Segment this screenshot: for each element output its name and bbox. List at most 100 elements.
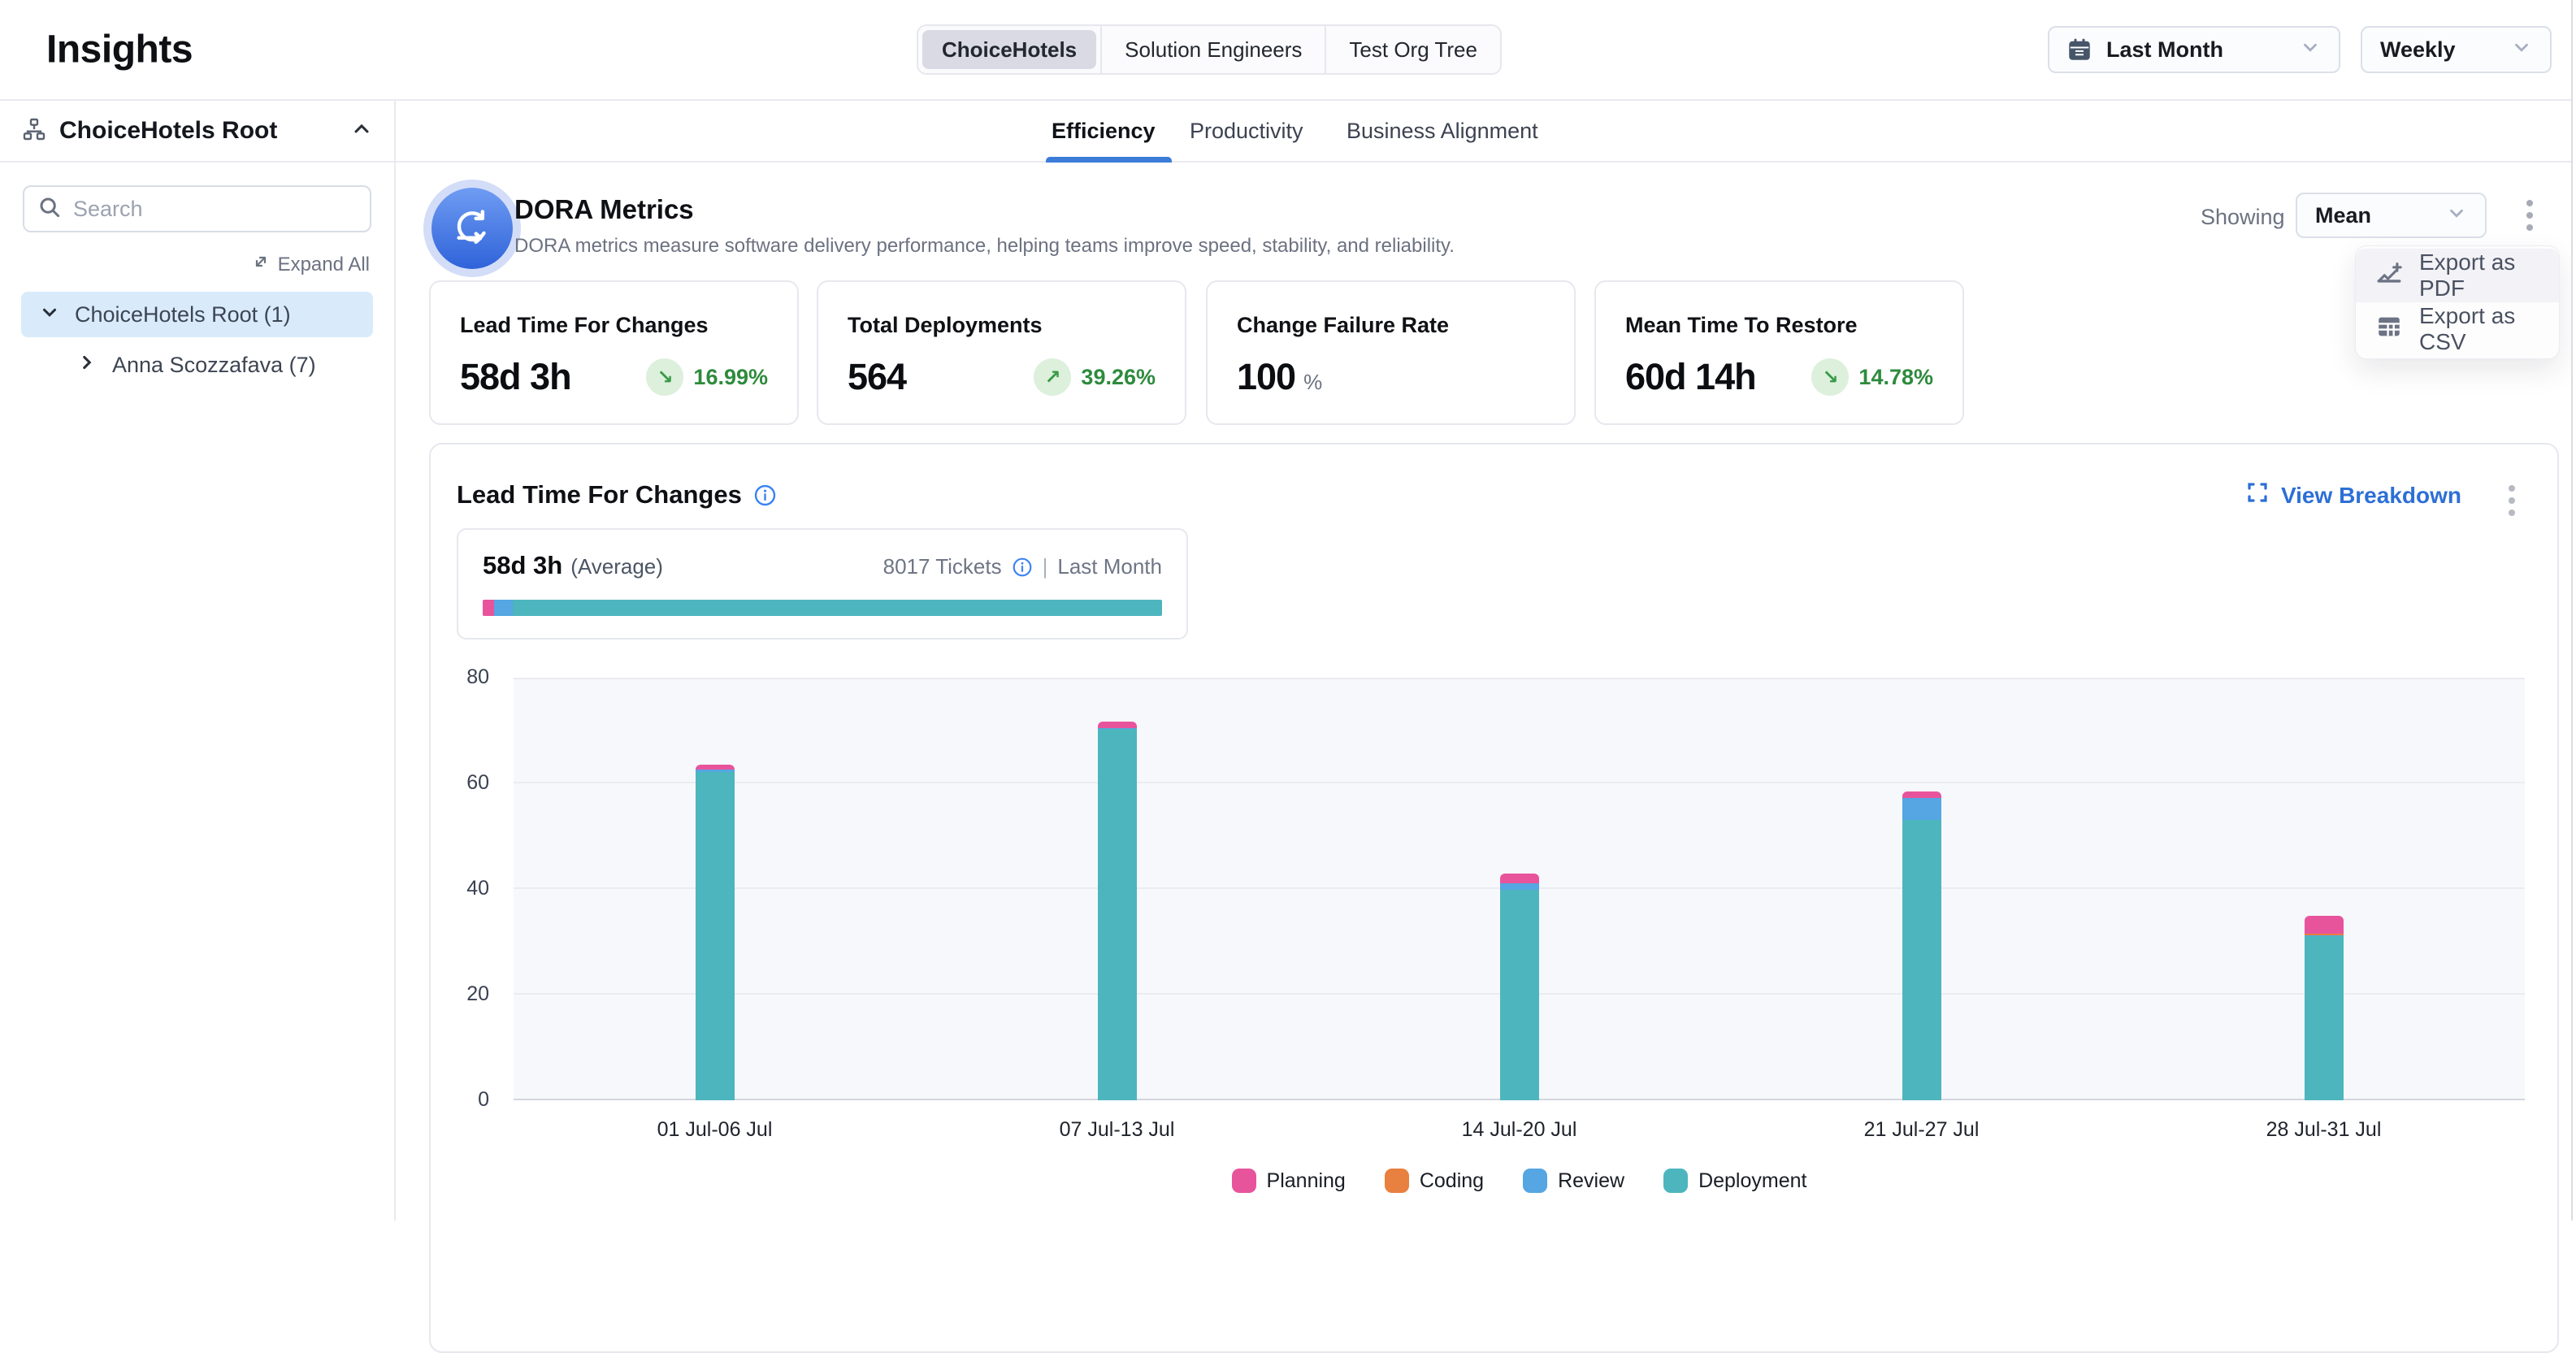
chart-line-plus-icon	[2375, 259, 2403, 293]
tree-item-choicehotels-root[interactable]: ChoiceHotels Root (1)	[21, 292, 373, 337]
x-axis-label: 21 Jul-27 Jul	[1800, 1118, 2044, 1142]
tab-efficiency[interactable]: Efficiency	[1052, 101, 1156, 161]
chevron-down-icon[interactable]	[39, 301, 60, 328]
metric-card-change-failure-rate: Change Failure Rate 100 %	[1206, 280, 1576, 425]
menu-item-label: Export as PDF	[2419, 249, 2539, 301]
trend-percent: 14.78%	[1858, 365, 1933, 390]
bar-segment-planning[interactable]	[2305, 916, 2344, 934]
chart-gridline	[514, 678, 2525, 679]
active-tab-underline	[1046, 157, 1172, 163]
bar-segment-planning[interactable]	[1902, 791, 1941, 798]
search-box	[23, 185, 371, 232]
metric-card-mean-time-to-restore: Mean Time To Restore 60d 14h ↘ 14.78%	[1594, 280, 1964, 425]
trend-down-icon: ↘	[1811, 358, 1849, 396]
trend-badge: ↘ 14.78%	[1811, 358, 1933, 396]
legend-swatch-icon	[1523, 1169, 1547, 1193]
export-menu: Export as PDF Export as CSV	[2355, 245, 2560, 359]
org-sidebar: ChoiceHotels Root Expand All ChoiceHotel…	[0, 101, 396, 1221]
tab-business-alignment[interactable]: Business Alignment	[1347, 101, 1538, 161]
org-tab-solution-engineers[interactable]: Solution Engineers	[1102, 26, 1325, 73]
chevron-right-icon[interactable]	[76, 352, 98, 379]
metric-card-title: Total Deployments	[848, 313, 1156, 338]
tab-productivity[interactable]: Productivity	[1190, 101, 1303, 161]
bar-segment-deployment[interactable]	[1500, 890, 1539, 1100]
info-icon[interactable]	[1012, 557, 1033, 578]
org-tab-choicehotels[interactable]: ChoiceHotels	[922, 30, 1096, 69]
chart-bar-01-jul-06-jul[interactable]	[696, 765, 735, 1100]
granularity-dropdown-value: Weekly	[2380, 37, 2456, 63]
legend-item-deployment[interactable]: Deployment	[1663, 1169, 1806, 1193]
metric-card-unit: %	[1303, 370, 1322, 395]
bar-segment-deployment[interactable]	[1098, 729, 1137, 1100]
tree-item-anna-scozzafava[interactable]: Anna Scozzafava (7)	[59, 342, 373, 388]
legend-item-review[interactable]: Review	[1523, 1169, 1624, 1193]
legend-label: Deployment	[1698, 1169, 1806, 1193]
dora-metrics-title: DORA Metrics	[514, 194, 694, 225]
summary-value: 58d 3h	[483, 551, 562, 580]
chart-bar-28-jul-31-jul[interactable]	[2305, 916, 2344, 1100]
fullscreen-icon	[2245, 480, 2270, 510]
metric-card-title: Lead Time For Changes	[460, 313, 768, 338]
iteration-cycle-icon	[432, 188, 513, 269]
legend-swatch-icon	[1232, 1169, 1256, 1193]
legend-label: Planning	[1267, 1169, 1346, 1193]
chevron-down-icon	[2446, 202, 2467, 229]
section-more-options-button[interactable]	[2509, 485, 2515, 516]
period-dropdown[interactable]: Last Month	[2048, 26, 2340, 73]
page-title: Insights	[46, 28, 193, 72]
scrollbar[interactable]	[2571, 0, 2576, 1221]
bar-segment-review[interactable]	[1500, 883, 1539, 890]
metric-card-value: 100	[1237, 356, 1295, 398]
tree-item-label: ChoiceHotels Root (1)	[75, 302, 291, 327]
x-axis-label: 14 Jul-20 Jul	[1398, 1118, 1641, 1142]
bar-segment-planning[interactable]	[1098, 722, 1137, 728]
main-content: Efficiency Productivity Business Alignme…	[396, 101, 2576, 1221]
y-axis-tick-label: 40	[426, 877, 489, 900]
legend-item-coding[interactable]: Coding	[1385, 1169, 1484, 1193]
chevron-down-icon	[2511, 37, 2532, 63]
y-axis-tick-label: 0	[426, 1088, 489, 1112]
bar-segment-planning[interactable]	[1500, 874, 1539, 883]
progress-segment-review	[494, 600, 513, 616]
showing-mean-value: Mean	[2315, 203, 2371, 228]
chevron-down-icon	[2300, 37, 2321, 63]
menu-item-export-pdf[interactable]: Export as PDF	[2356, 249, 2559, 302]
metric-card-value: 60d 14h	[1625, 356, 1756, 398]
y-axis-tick-label: 20	[426, 982, 489, 1006]
legend-item-planning[interactable]: Planning	[1232, 1169, 1346, 1193]
chart-bar-14-jul-20-jul[interactable]	[1500, 874, 1539, 1100]
bar-segment-deployment[interactable]	[2305, 936, 2344, 1100]
top-header: Insights ChoiceHotels Solution Engineers…	[0, 0, 2576, 101]
menu-item-export-csv[interactable]: Export as CSV	[2356, 302, 2559, 356]
trend-badge: ↘ 16.99%	[646, 358, 768, 396]
lead-time-section: Lead Time For Changes View Breakdown 58d…	[429, 443, 2559, 1353]
showing-label: Showing	[2201, 205, 2285, 230]
org-tab-test-org-tree[interactable]: Test Org Tree	[1326, 26, 1500, 73]
granularity-dropdown[interactable]: Weekly	[2361, 26, 2552, 73]
chevron-up-icon[interactable]	[350, 118, 373, 145]
org-tab-switcher: ChoiceHotels Solution Engineers Test Org…	[917, 24, 1502, 75]
y-axis-tick-label: 60	[426, 771, 489, 795]
expand-all-button[interactable]: Expand All	[24, 252, 370, 277]
metric-card-value: 58d 3h	[460, 356, 571, 398]
info-icon[interactable]	[753, 484, 777, 507]
view-breakdown-button[interactable]: View Breakdown	[2245, 480, 2461, 510]
period-dropdown-value: Last Month	[2106, 37, 2223, 63]
bar-segment-review[interactable]	[1902, 798, 1941, 820]
dora-more-options-button[interactable]	[2526, 200, 2533, 231]
bar-segment-deployment[interactable]	[696, 772, 735, 1100]
legend-swatch-icon	[1663, 1169, 1688, 1193]
trend-badge: ↗ 39.26%	[1034, 358, 1156, 396]
showing-mean-dropdown[interactable]: Mean	[2296, 193, 2487, 238]
x-axis-label: 01 Jul-06 Jul	[593, 1118, 837, 1142]
section-title: Lead Time For Changes	[457, 480, 742, 510]
sidebar-root-label: ChoiceHotels Root	[59, 117, 277, 145]
search-input[interactable]	[73, 197, 361, 222]
metric-card-title: Mean Time To Restore	[1625, 313, 1933, 338]
expand-diagonal-icon	[251, 252, 271, 277]
chart-bar-21-jul-27-jul[interactable]	[1902, 791, 1941, 1100]
bar-segment-deployment[interactable]	[1902, 820, 1941, 1100]
summary-period: Last Month	[1057, 554, 1162, 579]
chart-bar-07-jul-13-jul[interactable]	[1098, 722, 1137, 1100]
legend-label: Coding	[1420, 1169, 1484, 1193]
